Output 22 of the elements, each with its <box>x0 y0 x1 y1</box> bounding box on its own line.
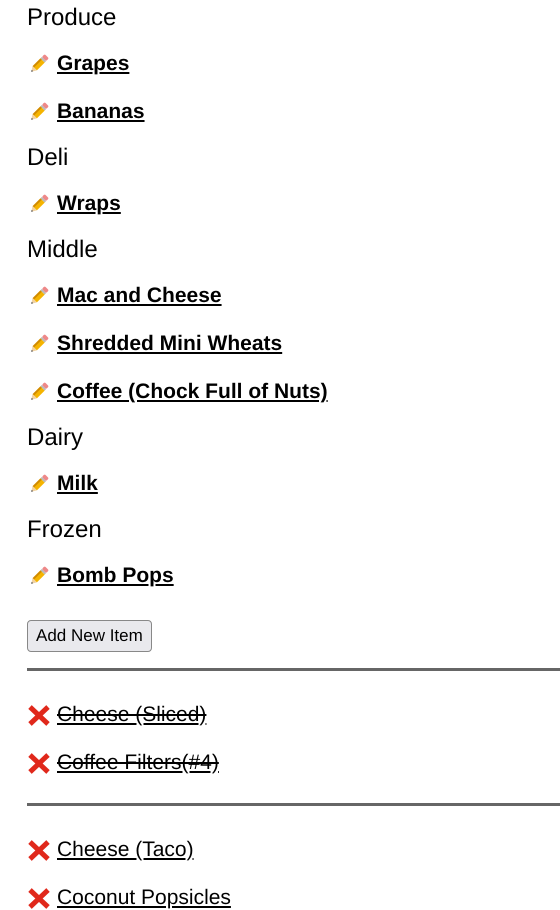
item-link[interactable]: Milk <box>57 468 98 500</box>
category-heading: Deli <box>27 143 70 173</box>
category-heading: Frozen <box>27 515 103 545</box>
add-item-button[interactable]: Add New Item <box>27 620 152 652</box>
item-link[interactable]: Coffee (Chock Full of Nuts) <box>57 376 328 408</box>
item-link[interactable]: Shredded Mini Wheats <box>57 328 282 360</box>
item-link[interactable]: Coffee Filters(#4) <box>57 746 219 778</box>
item-link[interactable]: Mac and Cheese <box>57 280 222 312</box>
item-link[interactable]: Grapes <box>57 48 130 80</box>
item-link[interactable]: Coconut Popsicles <box>57 882 231 910</box>
category-heading: Middle <box>27 235 99 265</box>
category-heading: Produce <box>27 3 118 33</box>
close-icon[interactable] <box>27 838 51 862</box>
close-icon[interactable] <box>27 702 51 726</box>
item-link[interactable]: Bomb Pops <box>57 560 174 592</box>
item-link[interactable]: Wraps <box>57 188 121 220</box>
close-icon[interactable] <box>27 750 51 774</box>
close-icon[interactable] <box>27 886 51 910</box>
item-link[interactable]: Cheese (Sliced) <box>57 698 206 730</box>
item-link[interactable]: Bananas <box>57 96 145 128</box>
item-link[interactable]: Cheese (Taco) <box>57 834 194 866</box>
category-heading: Dairy <box>27 423 84 453</box>
